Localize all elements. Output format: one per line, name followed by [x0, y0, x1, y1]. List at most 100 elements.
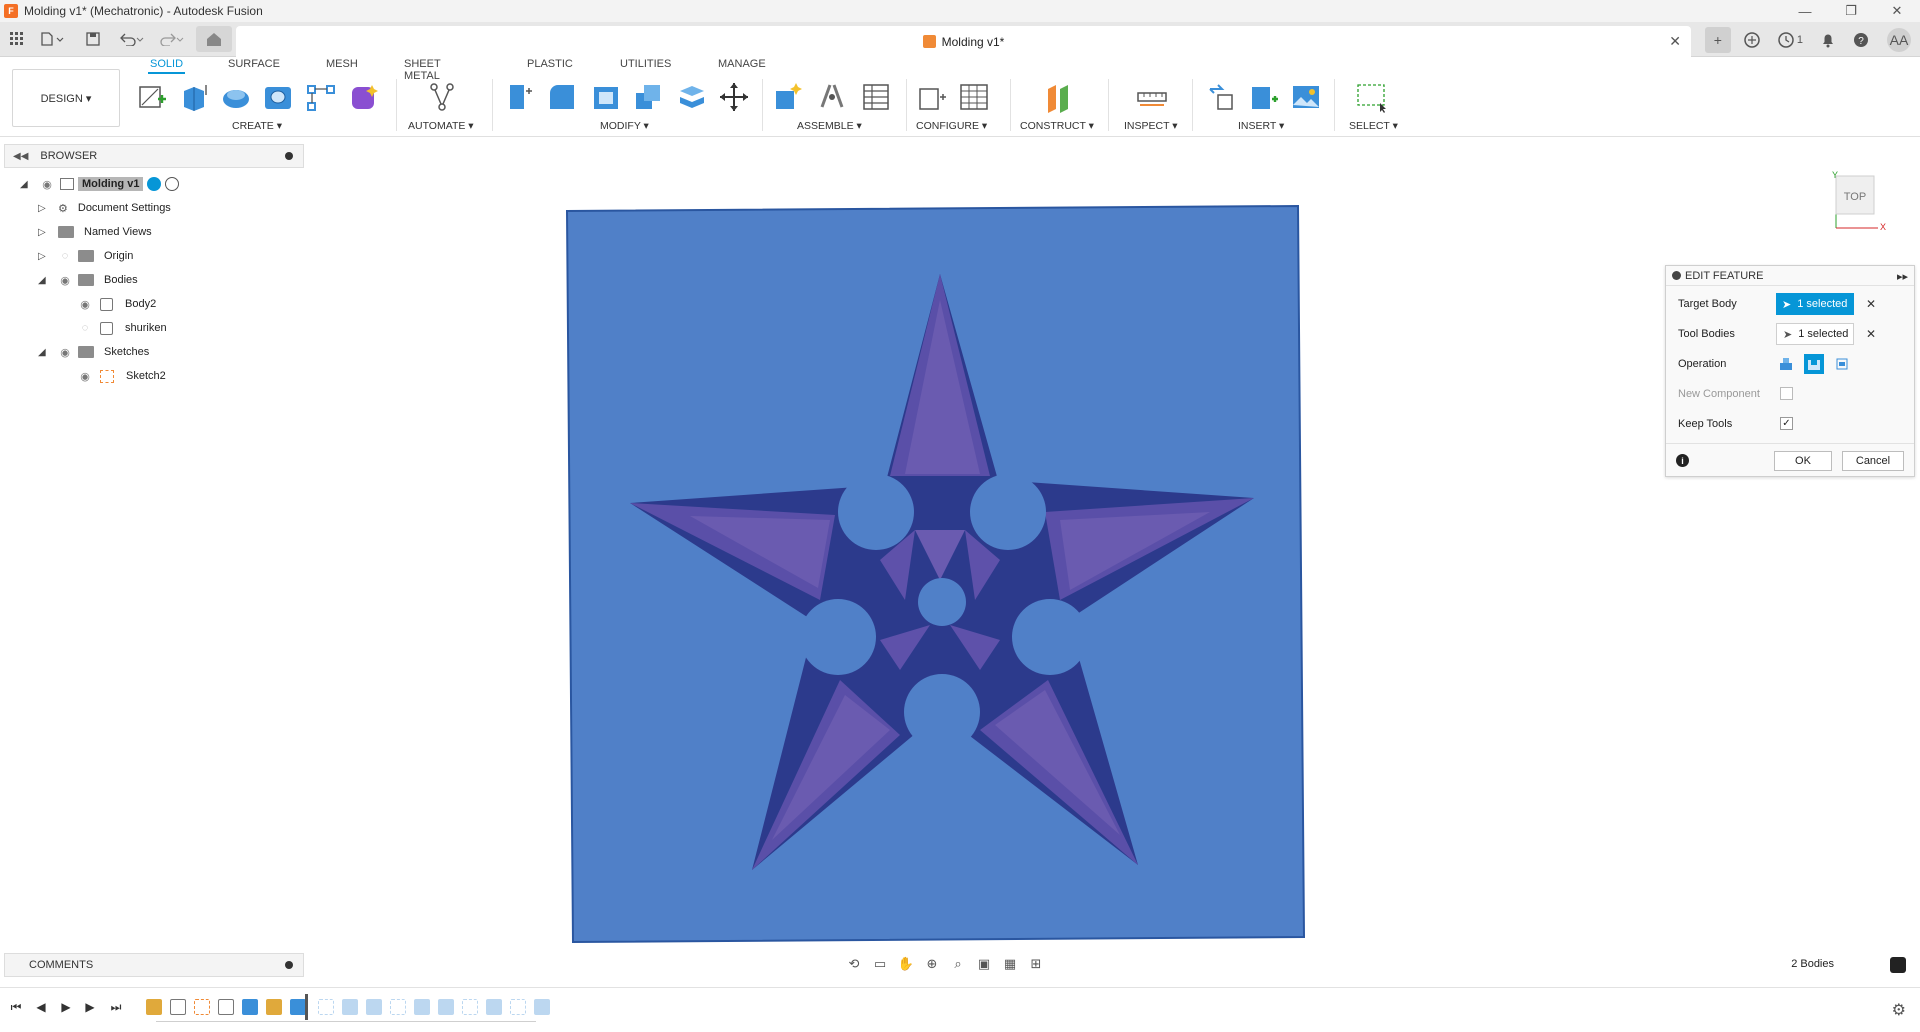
tree-item-bodies[interactable]: ◢ ◉ Bodies: [38, 270, 142, 290]
document-tab[interactable]: Molding v1* ✕: [236, 26, 1691, 57]
grid-settings-icon[interactable]: ▦: [1000, 955, 1020, 973]
redo-icon[interactable]: [158, 30, 186, 48]
timeline-feature-icon[interactable]: [462, 999, 478, 1015]
form-icon[interactable]: [348, 81, 380, 113]
bill-of-materials-icon[interactable]: [860, 81, 892, 113]
timeline-feature-icon[interactable]: [510, 999, 526, 1015]
insert-derive-icon[interactable]: [1206, 81, 1238, 113]
eye-hidden-icon[interactable]: ◌: [78, 321, 92, 335]
step-back-icon[interactable]: ◀: [33, 999, 49, 1015]
notifications-bell-icon[interactable]: [1821, 32, 1835, 48]
pan-hand-icon[interactable]: ✋: [896, 955, 916, 973]
status-panel-icon[interactable]: [1890, 957, 1906, 973]
tree-item-label[interactable]: Body2: [121, 297, 160, 311]
tool-bodies-select[interactable]: ➤ 1 selected: [1776, 323, 1854, 345]
tree-root-row[interactable]: ◢ ◉ Molding v1: [20, 174, 180, 194]
tree-item-sketch2[interactable]: ◉ Sketch2: [78, 366, 170, 386]
zoom-window-icon[interactable]: ⌕: [948, 955, 968, 973]
insert-group-label[interactable]: INSERT ▾: [1238, 120, 1284, 132]
timeline-feature-icon[interactable]: [170, 999, 186, 1015]
timeline-feature-icon[interactable]: [318, 999, 334, 1015]
go-to-start-icon[interactable]: ⏮: [8, 999, 24, 1015]
timeline-feature-icon[interactable]: [534, 999, 550, 1015]
move-copy-icon[interactable]: [718, 81, 750, 113]
press-pull-icon[interactable]: [504, 81, 536, 113]
timeline-marker[interactable]: [305, 994, 308, 1020]
timeline-feature-icon[interactable]: [194, 999, 210, 1015]
modify-group-label[interactable]: MODIFY ▾: [600, 120, 649, 132]
create-group-label[interactable]: CREATE ▾: [232, 120, 282, 132]
fillet-icon[interactable]: [546, 81, 578, 113]
tab-manage[interactable]: MANAGE: [718, 58, 766, 70]
window-select-icon[interactable]: [1356, 81, 1388, 113]
tree-item-label[interactable]: Origin: [100, 249, 137, 263]
tab-utilities[interactable]: UTILITIES: [620, 58, 671, 70]
workspace-switcher[interactable]: DESIGN ▾: [12, 69, 120, 127]
inspect-group-label[interactable]: INSPECT ▾: [1124, 120, 1178, 132]
browser-pin-icon[interactable]: [285, 152, 293, 160]
view-cube-face[interactable]: TOP: [1844, 191, 1866, 203]
model-view[interactable]: [0, 138, 1920, 981]
tree-item-label[interactable]: Sketch2: [122, 369, 170, 383]
eye-icon[interactable]: ◉: [58, 345, 72, 359]
combine-icon[interactable]: [632, 81, 664, 113]
new-component-checkbox[interactable]: [1780, 387, 1793, 400]
activate-radio-icon[interactable]: [165, 177, 180, 191]
orbit-icon[interactable]: ⟲: [844, 955, 864, 973]
user-avatar[interactable]: AA: [1887, 27, 1911, 52]
close-window-button[interactable]: ✕: [1874, 0, 1920, 22]
tree-item-origin[interactable]: ▷ ◌ Origin: [38, 246, 137, 266]
canvas-image-icon[interactable]: [1290, 81, 1322, 113]
timeline-feature-icon[interactable]: [390, 999, 406, 1015]
expand-dialog-icon[interactable]: ▸▸: [1897, 270, 1908, 283]
new-component-icon[interactable]: [772, 81, 804, 113]
help-icon[interactable]: ?: [1853, 32, 1869, 48]
create-sketch-icon[interactable]: [136, 81, 168, 113]
view-cube[interactable]: TOP Y X: [1826, 170, 1886, 230]
offset-face-icon[interactable]: [676, 81, 708, 113]
close-tab-icon[interactable]: ✕: [1669, 33, 1681, 50]
tab-surface[interactable]: SURFACE: [228, 58, 280, 70]
tree-item-label[interactable]: shuriken: [121, 321, 171, 335]
clear-target-body-icon[interactable]: ✕: [1866, 297, 1876, 311]
configuration-table-icon[interactable]: [958, 81, 990, 113]
eye-icon[interactable]: ◉: [78, 297, 92, 311]
joint-icon[interactable]: [816, 81, 848, 113]
collapsed-triangle-icon[interactable]: ▷: [38, 227, 50, 238]
expanded-triangle-icon[interactable]: ◢: [38, 275, 50, 286]
timeline-feature-icon[interactable]: [266, 999, 282, 1015]
construct-group-label[interactable]: CONSTRUCT ▾: [1020, 120, 1094, 132]
intersect-operation-icon[interactable]: [1832, 354, 1852, 374]
revolve-icon[interactable]: [220, 81, 252, 113]
tree-item-label[interactable]: Sketches: [100, 345, 153, 359]
timeline-feature-icon[interactable]: [438, 999, 454, 1015]
file-menu-icon[interactable]: [38, 30, 68, 48]
collapsed-triangle-icon[interactable]: ▷: [38, 251, 50, 262]
look-at-icon[interactable]: ▭: [870, 955, 890, 973]
collapsed-triangle-icon[interactable]: ▷: [38, 203, 50, 214]
timeline-feature-icon[interactable]: [486, 999, 502, 1015]
timeline-feature-icon[interactable]: [218, 999, 234, 1015]
collapse-dialog-icon[interactable]: [1672, 271, 1681, 280]
tree-root-label[interactable]: Molding v1: [78, 177, 144, 191]
cancel-button[interactable]: Cancel: [1842, 451, 1904, 471]
tree-item-sketches[interactable]: ◢ ◉ Sketches: [38, 342, 153, 362]
clear-tool-bodies-icon[interactable]: ✕: [1866, 327, 1876, 341]
tab-plastic[interactable]: PLASTIC: [527, 58, 573, 70]
automate-icon[interactable]: [426, 81, 458, 113]
tree-item-label[interactable]: Document Settings: [74, 201, 175, 215]
play-icon[interactable]: ▶: [58, 999, 74, 1015]
tree-item-body2[interactable]: ◉ Body2: [78, 294, 160, 314]
tree-item-label[interactable]: Named Views: [80, 225, 156, 239]
shell-icon[interactable]: [590, 81, 622, 113]
app-grid-icon[interactable]: [8, 30, 26, 48]
hole-icon[interactable]: [262, 81, 294, 113]
timeline-settings-gear-icon[interactable]: ⚙: [1892, 1000, 1906, 1020]
undo-icon[interactable]: [118, 30, 146, 48]
step-forward-icon[interactable]: ▶: [82, 999, 98, 1015]
configure-group-label[interactable]: CONFIGURE ▾: [916, 120, 987, 132]
restore-button[interactable]: ❐: [1828, 0, 1874, 22]
tab-sheet-metal[interactable]: SHEET METAL: [404, 58, 440, 82]
zoom-icon[interactable]: ⊕: [922, 955, 942, 973]
collapse-panel-icon[interactable]: ◀◀: [13, 151, 28, 162]
